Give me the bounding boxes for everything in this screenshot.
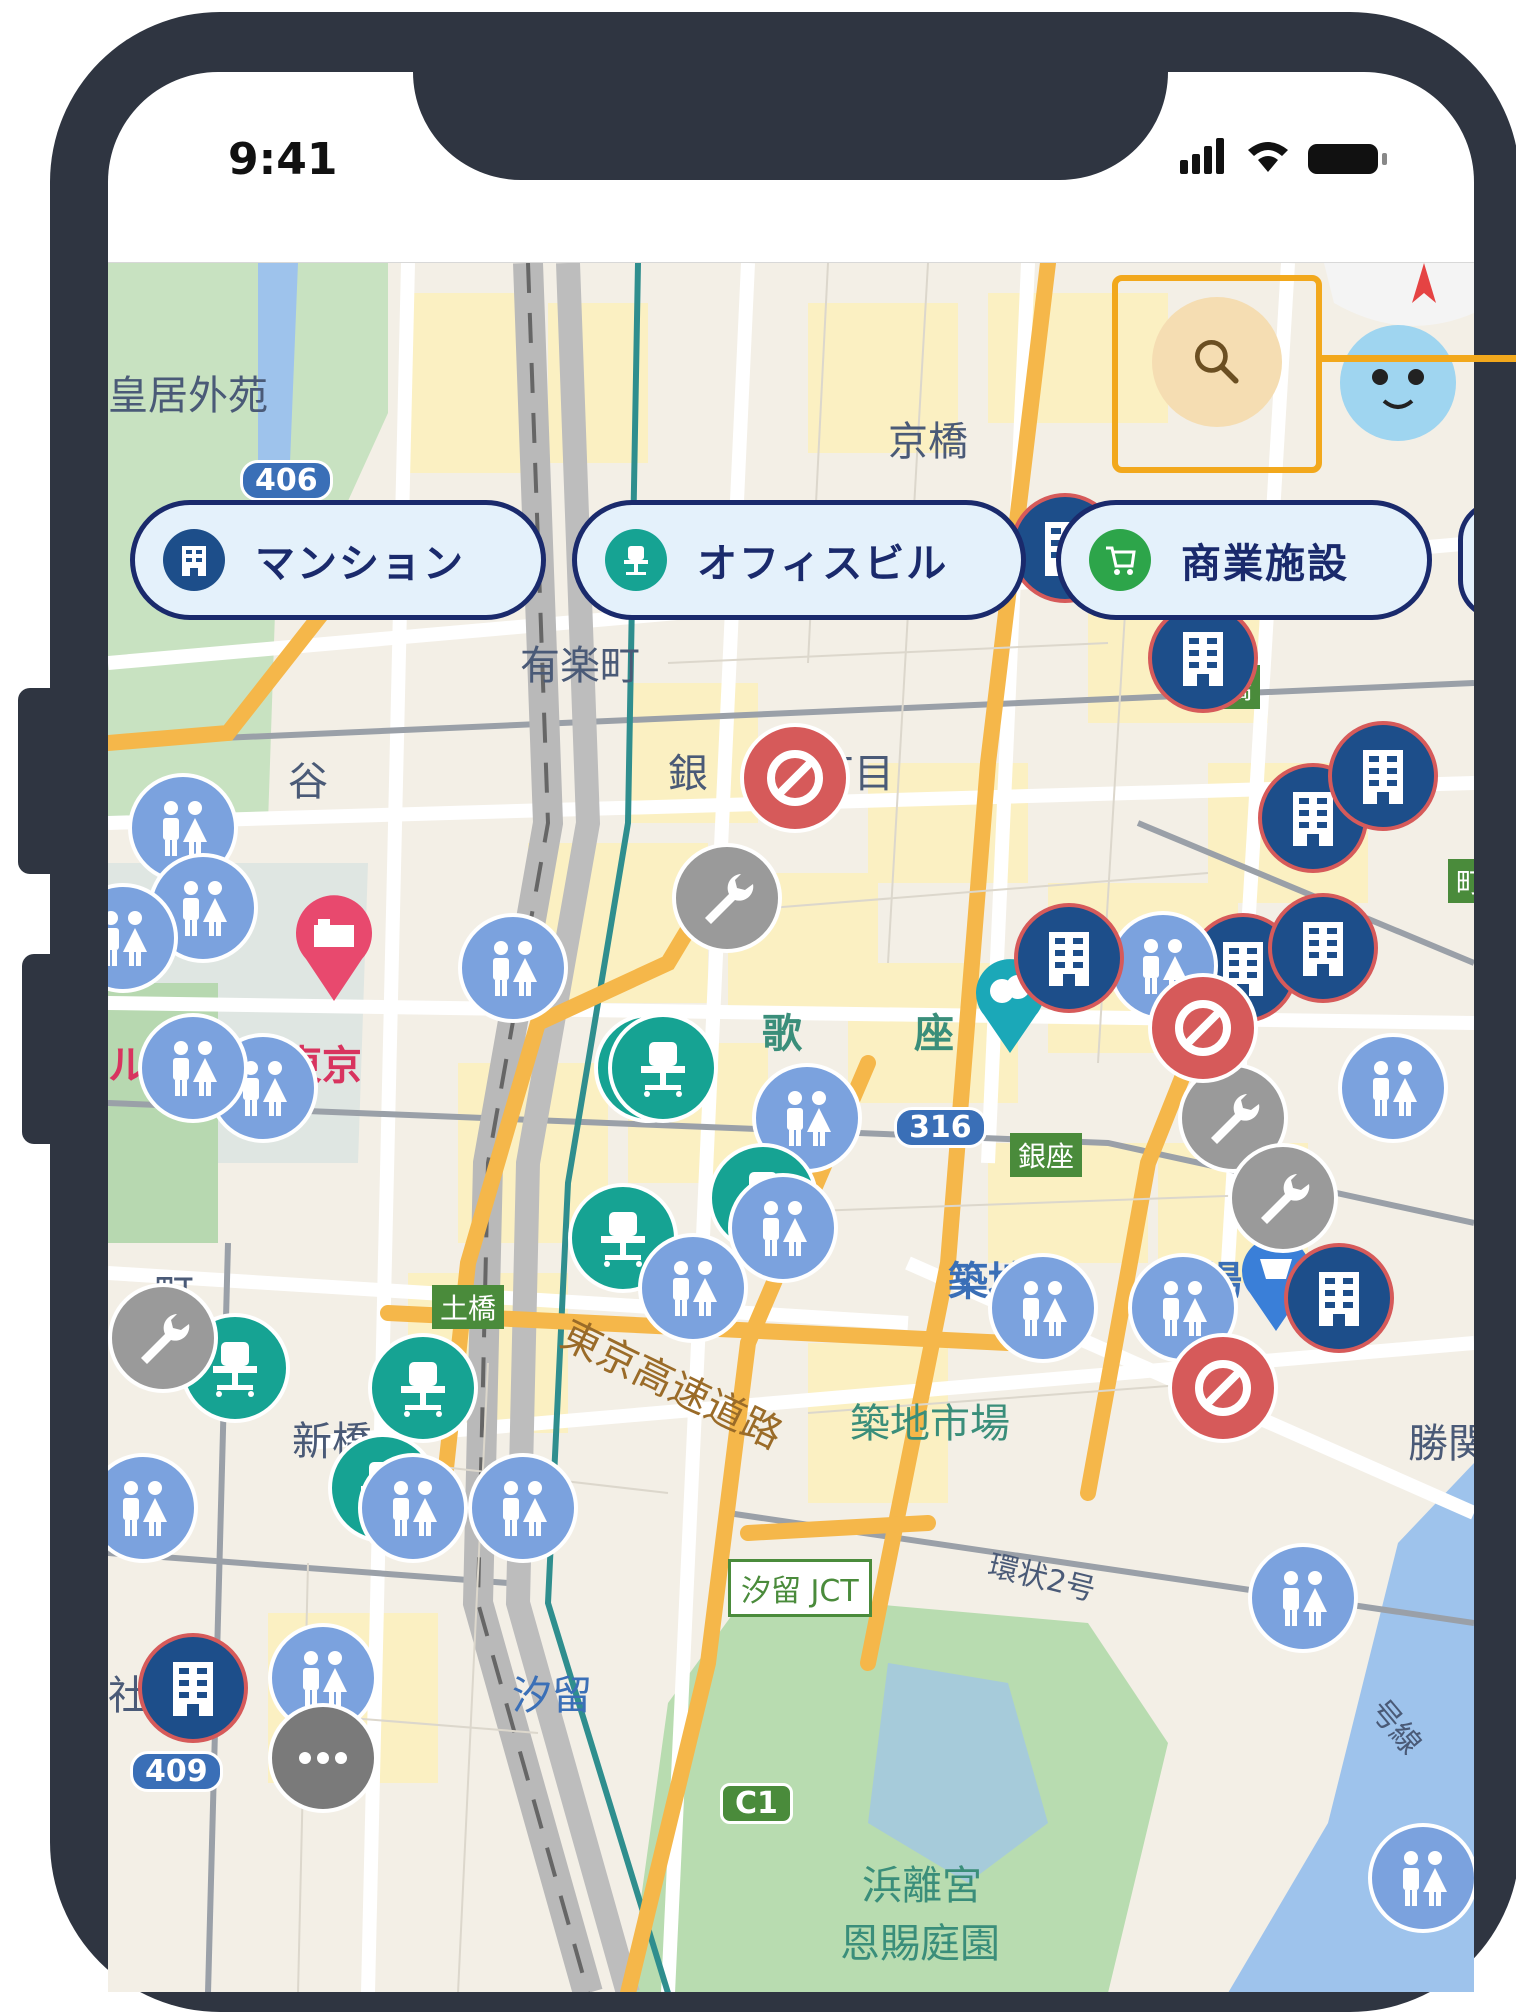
route-406: 406: [240, 460, 333, 501]
camera-notch: [413, 72, 1168, 180]
toilet-icon: [493, 941, 537, 996]
toilet-pin[interactable]: [1248, 1543, 1358, 1653]
toilet-icon: [763, 1201, 807, 1256]
office-icon: [641, 1042, 685, 1097]
building-pin[interactable]: [1268, 893, 1378, 1003]
label-kabukiza-a: 歌: [762, 1011, 802, 1057]
toilet-icon: [1403, 1851, 1447, 1906]
building-icon: [1183, 632, 1223, 686]
noentry-icon: [767, 750, 823, 806]
filter-chip-commercial[interactable]: 商業施設: [1056, 500, 1432, 620]
toilet-pin[interactable]: [1338, 1033, 1448, 1143]
tool-icon: [141, 1314, 190, 1364]
label-hamarikyu-2: 恩賜庭園: [840, 1921, 1000, 1967]
search-callout-line: [1322, 355, 1516, 362]
hotel-pin-icon[interactable]: [292, 893, 376, 1003]
station-tobashi: 土橋: [432, 1285, 505, 1329]
more-pin[interactable]: [268, 1703, 378, 1813]
filter-chip-office[interactable]: オフィスビル: [572, 500, 1026, 620]
status-time: 9:41: [228, 134, 338, 185]
signal-wifi-battery-icon: [1180, 138, 1387, 174]
toilet-icon: [1023, 1281, 1067, 1336]
label-hibiya-tail: 谷: [288, 759, 328, 805]
search-button[interactable]: [1152, 297, 1282, 427]
label-tsukiji-market: 築地市場: [850, 1401, 1010, 1447]
building-pin[interactable]: [1014, 903, 1124, 1013]
route-316: 316: [894, 1107, 987, 1148]
noentry-pin[interactable]: [1148, 973, 1258, 1083]
search-icon: [1194, 339, 1239, 384]
phone-frame: 9:41 皇居外苑 京橋 有楽町 銀 丁目 谷 ル 東京 歌 座 築地市場 勝 …: [50, 12, 1516, 2012]
station-ginza: 銀座: [1010, 1133, 1083, 1177]
toilet-pin[interactable]: [458, 913, 568, 1023]
office-icon: [401, 1362, 445, 1417]
toilet-pin[interactable]: [638, 1233, 748, 1343]
mascot-avatar-icon[interactable]: [1324, 309, 1474, 449]
route-409: 409: [130, 1751, 223, 1792]
more-icon: [299, 1752, 347, 1764]
noentry-pin[interactable]: [1168, 1333, 1278, 1443]
toilet-icon: [108, 911, 147, 966]
building-icon: [1363, 750, 1403, 804]
toilet-pin[interactable]: [468, 1453, 578, 1563]
label-yurakucho: 有楽町: [520, 643, 640, 689]
filter-chip-mansion[interactable]: マンション: [130, 500, 546, 620]
shopping-cart-icon: [1089, 529, 1151, 591]
label-hamarikyu-1: 浜離宮: [862, 1863, 982, 1909]
toilet-icon: [163, 801, 207, 856]
building-pin[interactable]: [1284, 1243, 1394, 1353]
tool-pin[interactable]: [1228, 1143, 1338, 1253]
office-chair-icon: [605, 529, 667, 591]
building-icon: [163, 529, 225, 591]
building-pin[interactable]: [1328, 721, 1438, 831]
toilet-icon: [123, 1481, 167, 1536]
noentry-icon: [1195, 1360, 1251, 1416]
toilet-icon: [183, 881, 227, 936]
tool-pin[interactable]: [672, 843, 782, 953]
building-icon: [1319, 1272, 1359, 1326]
label-ginza-chome-a: 銀: [668, 751, 708, 797]
building-pin[interactable]: [138, 1633, 248, 1743]
toilet-icon: [1373, 1061, 1417, 1116]
label-kabukiza-b: 座: [914, 1011, 954, 1057]
filter-chip-commercial-label: 商業施設: [1181, 541, 1349, 587]
toilet-pin[interactable]: [1368, 1823, 1474, 1933]
station-machi-right: 町: [1448, 859, 1474, 903]
tool-icon: [1211, 1094, 1260, 1144]
filter-chip-office-label: オフィスビル: [697, 541, 949, 587]
status-icons: [1168, 134, 1418, 184]
building-icon: [173, 1662, 213, 1716]
phone-side-button-upper: [18, 688, 54, 874]
toilet-icon: [303, 1651, 347, 1706]
toilet-icon: [503, 1481, 547, 1536]
building-icon: [1303, 922, 1343, 976]
toilet-pin[interactable]: [728, 1173, 838, 1283]
label-shiodome: 汐留: [512, 1673, 592, 1719]
toilet-pin[interactable]: [358, 1453, 468, 1563]
building-icon: [1049, 932, 1089, 986]
label-kyobashi: 京橋: [888, 419, 968, 465]
tool-pin[interactable]: [108, 1283, 218, 1393]
toilet-icon: [1163, 1281, 1207, 1336]
toilet-pin[interactable]: [138, 1013, 248, 1123]
noentry-pin[interactable]: [740, 723, 850, 833]
office-pin[interactable]: [608, 1013, 718, 1123]
toilet-icon: [673, 1261, 717, 1316]
phone-screen: 9:41 皇居外苑 京橋 有楽町 銀 丁目 谷 ル 東京 歌 座 築地市場 勝 …: [108, 72, 1474, 1992]
label-kokyo: 皇居外苑: [108, 373, 268, 419]
route-c1: C1: [720, 1783, 793, 1824]
shiodome-jct: 汐留 JCT: [728, 1559, 872, 1617]
label-kachidoki: 勝関: [1408, 1421, 1474, 1467]
toilet-icon: [173, 1041, 217, 1096]
toilet-pin[interactable]: [988, 1253, 1098, 1363]
filter-chip-mansion-label: マンション: [255, 541, 465, 587]
toilet-icon: [1283, 1571, 1327, 1626]
tool-icon: [705, 874, 754, 924]
toilet-icon: [787, 1091, 831, 1146]
noentry-icon: [1175, 1000, 1231, 1056]
tool-icon: [1261, 1174, 1310, 1224]
office-pin[interactable]: [368, 1333, 478, 1443]
toilet-icon: [393, 1481, 437, 1536]
